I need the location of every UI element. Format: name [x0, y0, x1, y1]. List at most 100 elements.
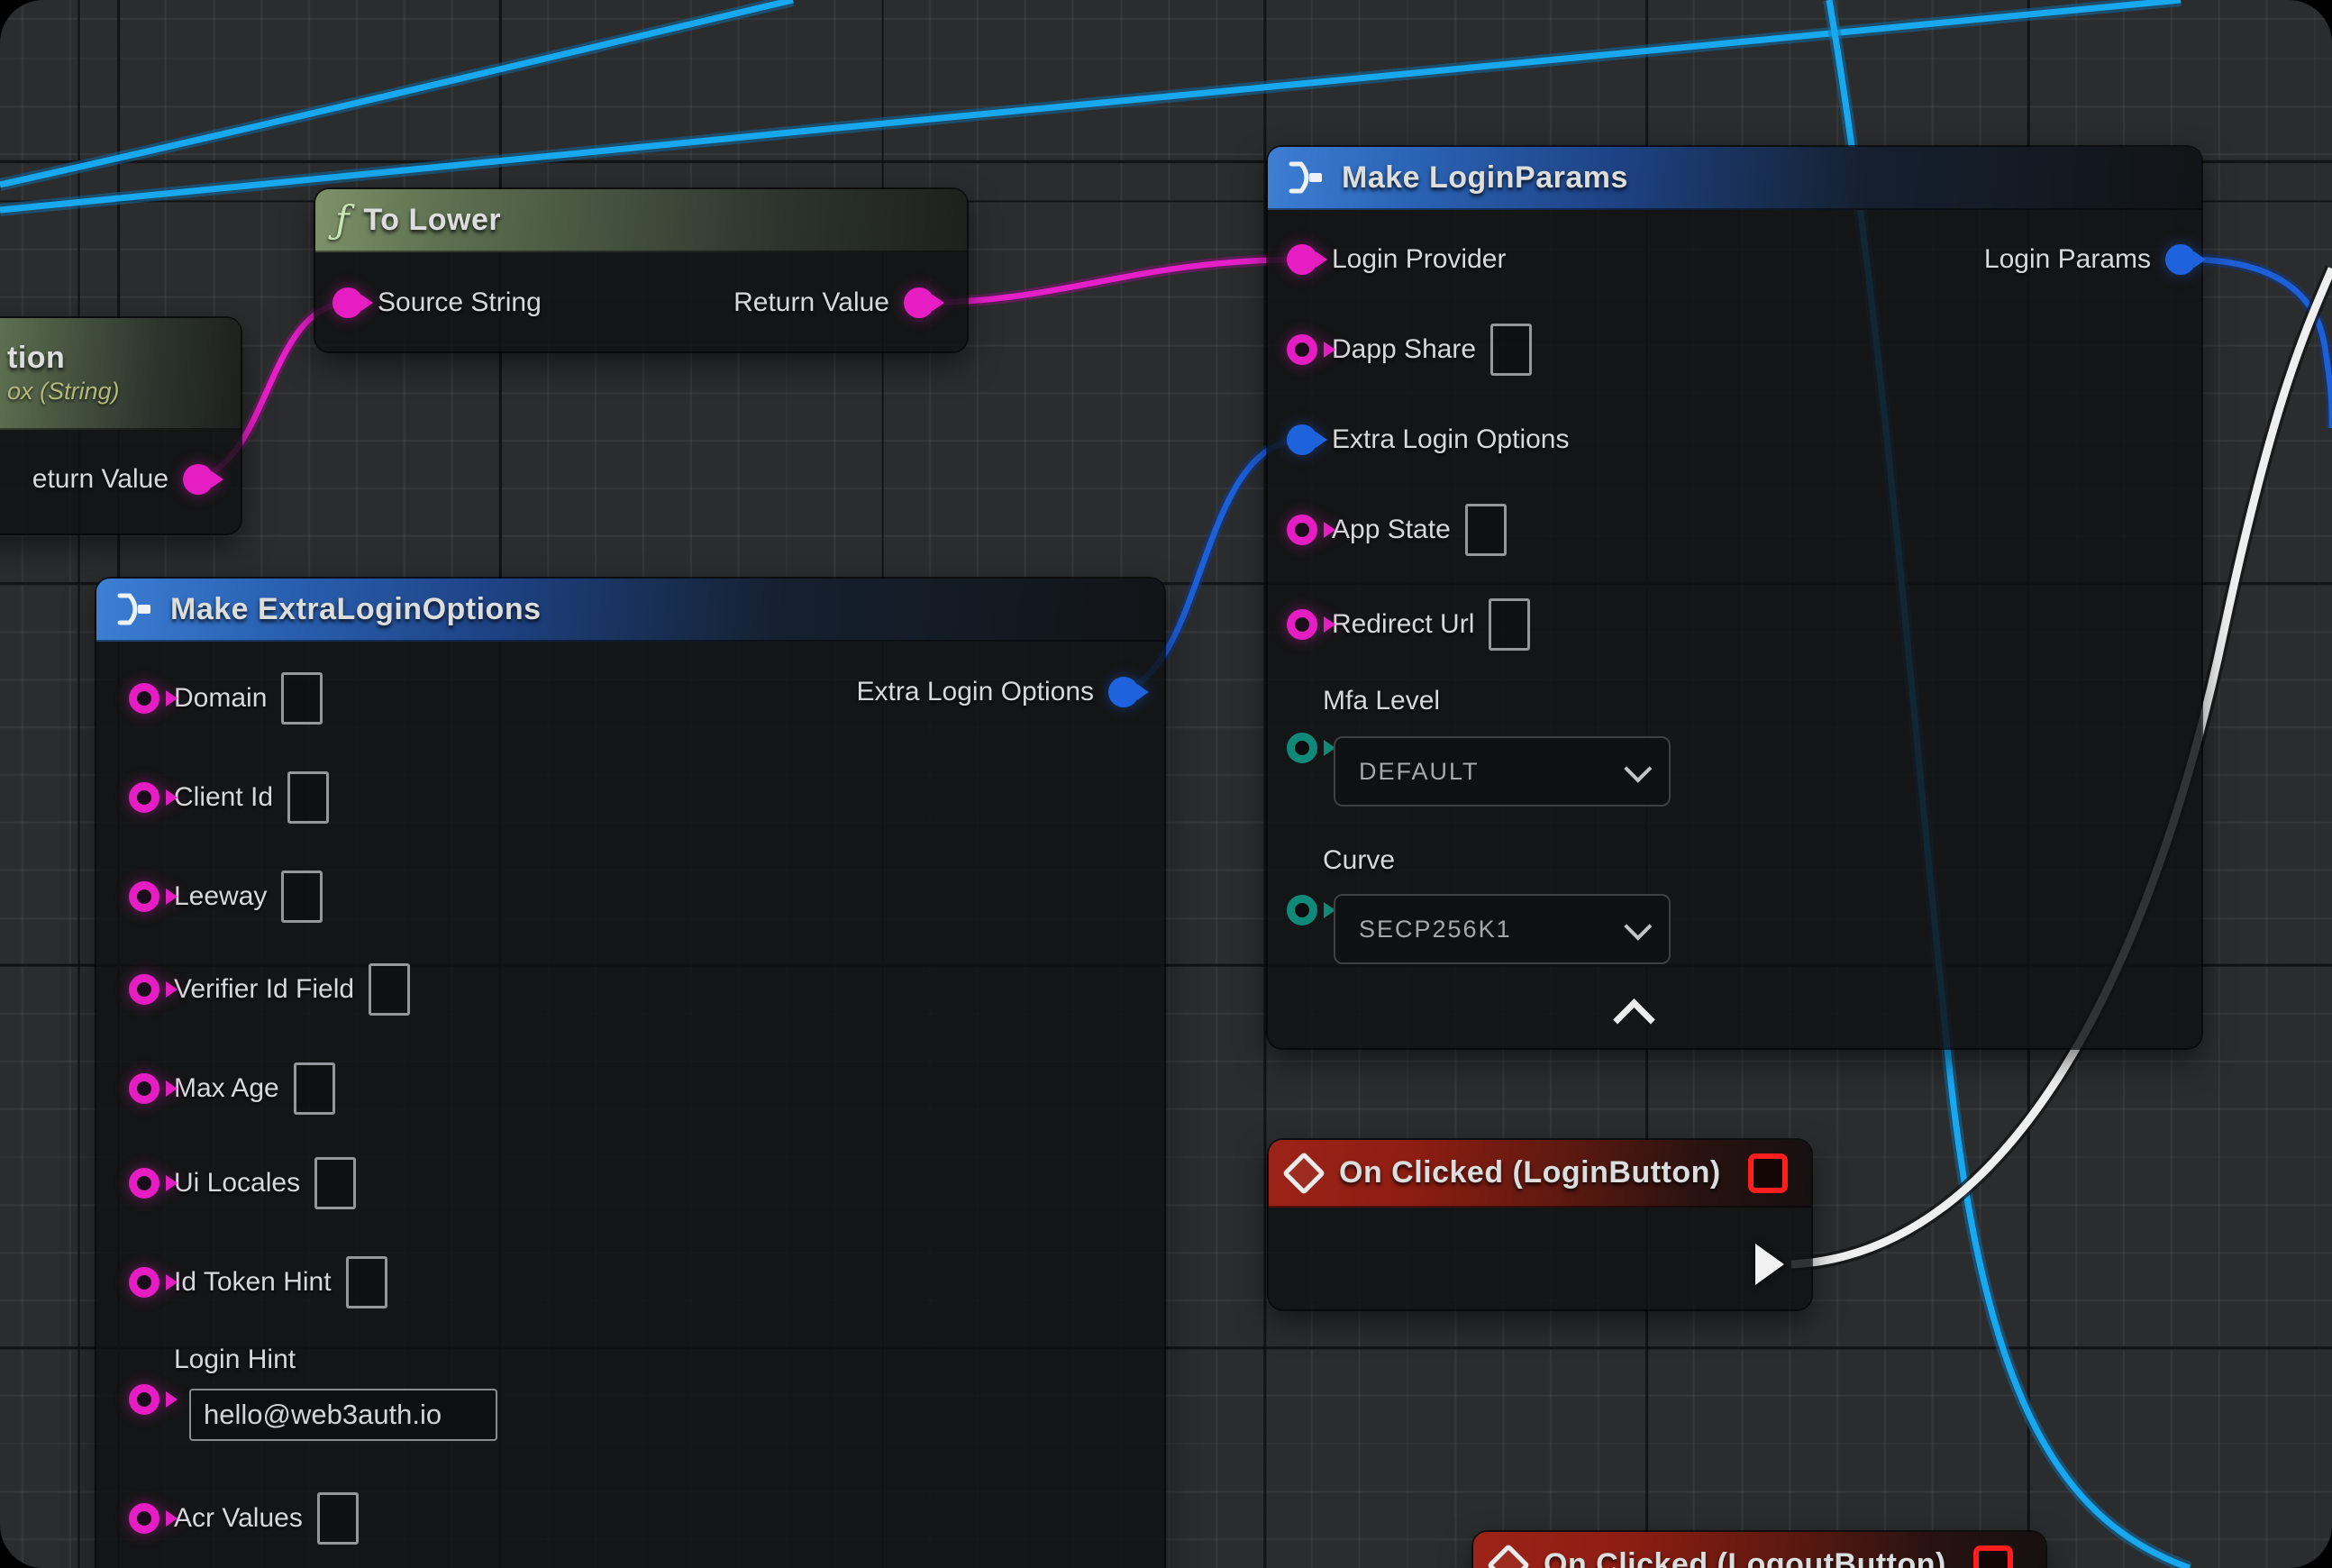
pin-row-return-value: eturn Value — [32, 459, 214, 500]
string-input-pin[interactable] — [129, 974, 159, 1005]
enum-input-pin[interactable] — [1287, 733, 1317, 763]
node-title: To Lower — [364, 203, 502, 238]
string-input-pin[interactable] — [129, 1503, 159, 1534]
make-struct-icon — [116, 591, 156, 627]
login-hint-value: hello@web3auth.io — [204, 1399, 442, 1431]
pin-row-max-age: Max Age — [129, 1068, 335, 1109]
blueprint-canvas[interactable]: tion ox (String) eturn Value ƒ To Lower … — [0, 0, 2332, 1568]
string-input-pin[interactable] — [1287, 515, 1317, 545]
pin-label: Ui Locales — [174, 1168, 300, 1199]
node-title: On Clicked (LoginButton) — [1339, 1155, 1721, 1190]
pin-label: Return Value — [733, 287, 889, 318]
struct-input-pin[interactable] — [1287, 424, 1317, 455]
string-output-pin[interactable] — [904, 287, 934, 318]
collapse-node-chevron-icon[interactable] — [1613, 998, 1655, 1041]
string-input-pin[interactable] — [1287, 609, 1317, 640]
node-on-clicked-login-header: On Clicked (LoginButton) — [1269, 1140, 1811, 1208]
pin-label: Dapp Share — [1332, 334, 1476, 365]
max-age-checkbox[interactable] — [294, 1062, 335, 1115]
curve-dropdown[interactable]: SECP256K1 — [1334, 894, 1671, 964]
curve-label: Curve — [1323, 845, 1395, 876]
struct-output-pin[interactable] — [2165, 244, 2196, 275]
node-make-extra-login-options[interactable]: Make ExtraLoginOptions Extra Login Optio… — [96, 579, 1164, 1568]
pin-label: Max Age — [174, 1073, 279, 1104]
pin-label: Source String — [378, 287, 542, 318]
chevron-down-icon — [1624, 913, 1652, 941]
redirect-url-checkbox[interactable] — [1489, 598, 1530, 651]
event-bind-icon[interactable] — [1973, 1545, 2013, 1568]
leeway-checkbox[interactable] — [281, 871, 323, 923]
pin-row-acr-values: Acr Values — [129, 1498, 359, 1539]
id-token-hint-checkbox[interactable] — [346, 1256, 387, 1308]
node-on-clicked-login-button[interactable]: On Clicked (LoginButton) — [1269, 1140, 1811, 1309]
node-subtitle: ox (String) — [7, 378, 120, 406]
string-input-pin[interactable] — [332, 287, 363, 318]
verifier-id-field-checkbox[interactable] — [369, 963, 410, 1016]
pin-row-source-string: Source String — [332, 282, 542, 324]
struct-output-pin[interactable] — [1108, 677, 1139, 707]
node-to-lower[interactable]: ƒ To Lower Source String Return Value — [315, 189, 967, 351]
string-input-pin[interactable] — [129, 1168, 159, 1199]
pin-label: Leeway — [174, 881, 267, 912]
wire-login-params-out[interactable] — [2188, 260, 2332, 428]
pin-row-client-id: Client Id — [129, 777, 329, 818]
login-hint-label: Login Hint — [174, 1345, 296, 1375]
string-output-pin[interactable] — [183, 464, 214, 495]
chevron-down-icon — [1624, 755, 1652, 783]
pin-row-login-params-out: Login Params — [1984, 239, 2196, 280]
dapp-share-checkbox[interactable] — [1490, 324, 1532, 376]
acr-values-checkbox[interactable] — [317, 1492, 359, 1545]
pin-row-id-token-hint: Id Token Hint — [129, 1262, 387, 1303]
pin-row-extra-login-options-out: Extra Login Options — [857, 671, 1139, 713]
node-make-login-params[interactable]: Make LoginParams Login Provider Login Pa… — [1268, 147, 2201, 1048]
pin-row-extra-login-options-in: Extra Login Options — [1287, 419, 1569, 460]
curve-value: SECP256K1 — [1359, 916, 1512, 944]
pin-row-login-hint — [129, 1379, 159, 1420]
node-on-clicked-logout-button[interactable]: On Clicked (LogoutButton) — [1473, 1532, 2045, 1568]
node-truncated-function[interactable]: tion ox (String) eturn Value — [0, 318, 241, 533]
pin-row-curve — [1287, 889, 1317, 931]
pin-row-dapp-share: Dapp Share — [1287, 329, 1532, 370]
string-input-pin[interactable] — [1287, 244, 1317, 275]
enum-input-pin[interactable] — [1287, 895, 1317, 925]
string-input-pin[interactable] — [129, 1384, 159, 1415]
node-title: Make ExtraLoginOptions — [170, 592, 542, 627]
pin-label: Login Params — [1984, 244, 2151, 275]
node-truncated-function-header: tion ox (String) — [0, 318, 241, 430]
exec-output-pin[interactable] — [1755, 1244, 1784, 1285]
app-state-checkbox[interactable] — [1465, 504, 1507, 556]
mfa-level-label: Mfa Level — [1323, 686, 1440, 716]
string-input-pin[interactable] — [129, 881, 159, 912]
pin-label: Acr Values — [174, 1503, 303, 1534]
node-make-extra-header: Make ExtraLoginOptions — [96, 579, 1164, 642]
node-to-lower-header: ƒ To Lower — [315, 189, 967, 252]
string-input-pin[interactable] — [129, 782, 159, 813]
string-input-pin[interactable] — [129, 1073, 159, 1104]
pin-label: Verifier Id Field — [174, 974, 354, 1005]
domain-checkbox[interactable] — [281, 672, 323, 725]
pin-row-leeway: Leeway — [129, 876, 323, 917]
client-id-checkbox[interactable] — [287, 771, 329, 824]
event-diamond-icon — [1282, 1151, 1325, 1194]
wire-tolower-to-loginprovider[interactable] — [921, 260, 1302, 303]
pin-label: Redirect Url — [1332, 609, 1474, 640]
login-hint-input[interactable]: hello@web3auth.io — [189, 1389, 497, 1441]
event-diamond-icon — [1487, 1543, 1530, 1568]
pin-row-login-provider: Login Provider — [1287, 239, 1506, 280]
string-input-pin[interactable] — [129, 683, 159, 714]
pin-label: eturn Value — [32, 464, 169, 495]
make-struct-icon — [1288, 160, 1327, 196]
node-make-login-params-header: Make LoginParams — [1268, 147, 2201, 210]
ui-locales-checkbox[interactable] — [314, 1157, 356, 1209]
string-input-pin[interactable] — [129, 1267, 159, 1298]
event-bind-icon[interactable] — [1748, 1153, 1788, 1193]
node-on-clicked-logout-header: On Clicked (LogoutButton) — [1473, 1532, 2045, 1568]
node-title: tion — [7, 341, 65, 376]
string-input-pin[interactable] — [1287, 334, 1317, 365]
pin-row-return-value: Return Value — [733, 282, 934, 324]
node-title: Make LoginParams — [1342, 160, 1628, 196]
pin-row-app-state: App State — [1287, 509, 1507, 551]
pin-label: Extra Login Options — [857, 677, 1094, 707]
wire-cyan-upper[interactable] — [0, 0, 793, 185]
mfa-level-dropdown[interactable]: DEFAULT — [1334, 736, 1671, 807]
